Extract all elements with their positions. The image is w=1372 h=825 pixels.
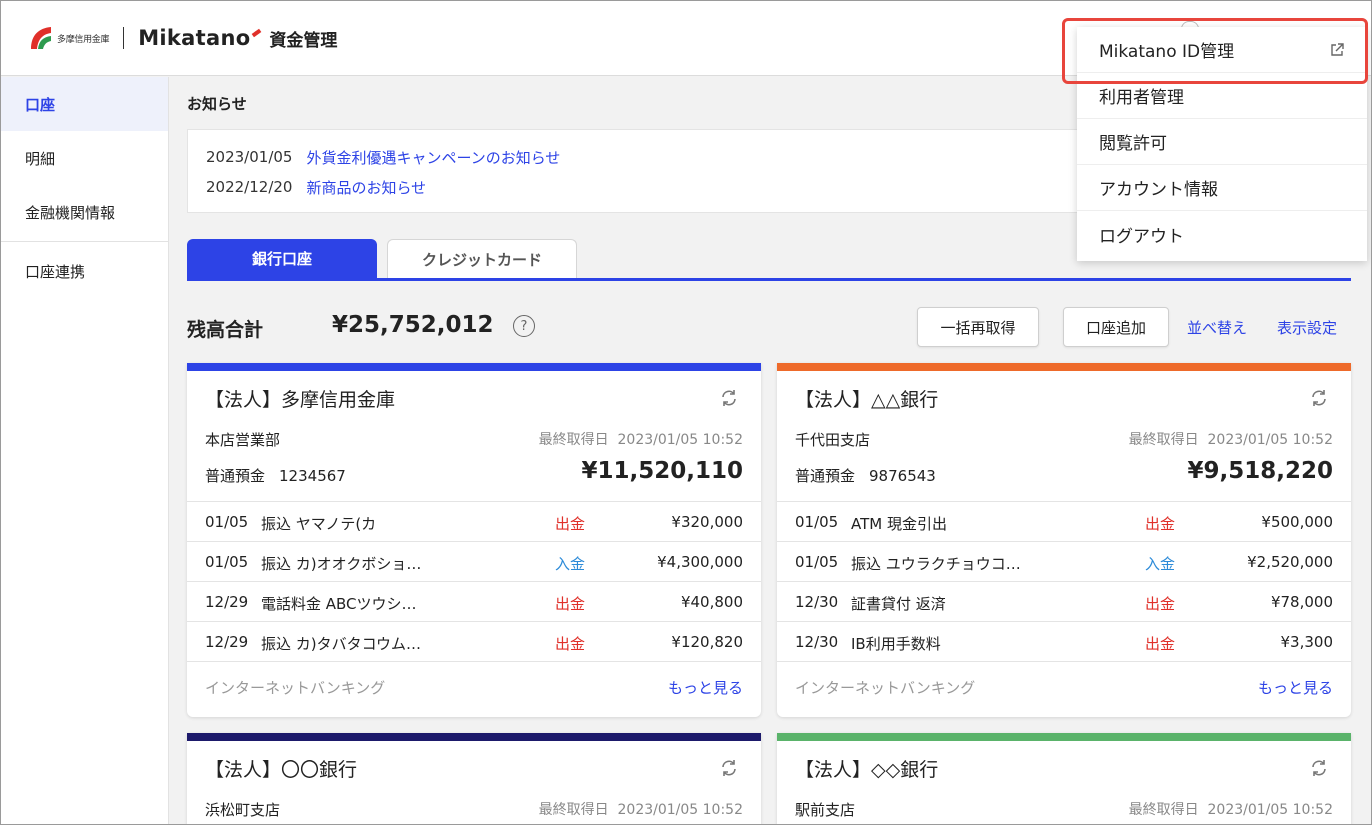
sidebar-item-accounts[interactable]: 口座	[1, 77, 168, 131]
internet-banking-label: インターネットバンキング	[795, 679, 976, 697]
transaction-row[interactable]: 12/30 IB利用手数料 出金 ¥3,300	[777, 621, 1351, 661]
menu-item-label: 利用者管理	[1099, 88, 1184, 108]
tab-credit-cards[interactable]: クレジットカード	[387, 239, 577, 278]
sidebar-item-institutions[interactable]: 金融機関情報	[1, 185, 168, 239]
total-balance-label: 残高合計	[187, 319, 264, 341]
bank-logo-icon	[31, 27, 51, 49]
account-card: 【法人】〇〇銀行 浜松町支店 最終取得日 2023/01/05 10:52	[187, 733, 761, 824]
display-settings-link[interactable]: 表示設定	[1277, 317, 1337, 338]
card-last-fetch: 最終取得日 2023/01/05 10:52	[1128, 802, 1333, 818]
bank-name: 多摩信用金庫	[57, 34, 110, 45]
card-bank-name: 【法人】〇〇銀行	[205, 759, 358, 781]
brand-subtitle: 資金管理	[269, 30, 338, 51]
sidebar-item-label: 口座	[25, 95, 56, 114]
header-separator	[123, 27, 125, 49]
menu-item-label: ログアウト	[1099, 226, 1184, 247]
menu-item-account-info[interactable]: アカウント情報	[1077, 165, 1367, 211]
account-card: 【法人】△△銀行 千代田支店 最終取得日 2023/01/05 10:52 普通…	[777, 363, 1351, 717]
internet-banking-label: インターネットバンキング	[205, 679, 386, 697]
card-color-bar	[187, 363, 761, 371]
card-bank-name: 【法人】◇◇銀行	[795, 759, 939, 781]
add-account-button[interactable]: 口座追加	[1063, 307, 1169, 347]
menu-item-mikatano-id[interactable]: Mikatano ID管理	[1077, 27, 1367, 73]
transaction-row[interactable]: 12/29 振込 カ)タバタコウム… 出金 ¥120,820	[187, 621, 761, 661]
more-link[interactable]: もっと見る	[668, 677, 743, 698]
card-branch: 浜松町支店	[205, 801, 281, 819]
sync-icon[interactable]	[719, 758, 739, 778]
total-balance-value: ¥25,752,012	[332, 312, 494, 338]
menu-item-label: Mikatano ID管理	[1099, 42, 1235, 62]
menu-item-view-permission[interactable]: 閲覧許可	[1077, 119, 1367, 165]
menu-item-label: アカウント情報	[1099, 180, 1218, 200]
brand-tick-icon	[252, 28, 262, 38]
card-account: 普通預金 1234567	[205, 467, 346, 485]
sidebar: 口座 明細 金融機関情報 口座連携	[1, 77, 169, 824]
card-bank-name: 【法人】多摩信用金庫	[205, 389, 396, 411]
card-branch: 駅前支店	[795, 801, 856, 819]
external-link-icon	[1331, 43, 1344, 56]
menu-item-user-management[interactable]: 利用者管理	[1077, 73, 1367, 119]
sidebar-item-account-link[interactable]: 口座連携	[1, 244, 168, 298]
menu-item-label: 閲覧許可	[1099, 134, 1167, 154]
tab-bank-accounts[interactable]: 銀行口座	[187, 239, 377, 278]
sync-icon[interactable]	[719, 388, 739, 408]
notice-date: 2023/01/05	[206, 148, 293, 166]
card-color-bar	[187, 733, 761, 741]
help-icon[interactable]: ?	[513, 315, 535, 337]
card-color-bar	[777, 733, 1351, 741]
brand-name: Mikatano	[138, 26, 262, 50]
transaction-row[interactable]: 12/30 証書貸付 返済 出金 ¥78,000	[777, 581, 1351, 621]
card-branch: 千代田支店	[795, 431, 871, 449]
account-card: 【法人】多摩信用金庫 本店営業部 最終取得日 2023/01/05 10:52 …	[187, 363, 761, 717]
notice-link[interactable]: 新商品のお知らせ	[306, 177, 426, 198]
app-window: 多摩信用金庫 Mikatano 資金管理 口座 明細 金融機関情報 口座連携 お…	[0, 0, 1372, 825]
bank-logo: 多摩信用金庫	[29, 25, 123, 51]
transaction-row[interactable]: 01/05 振込 カ)オオクボショ… 入金 ¥4,300,000	[187, 541, 761, 581]
transaction-row[interactable]: 01/05 振込 ユウラクチョウコ… 入金 ¥2,520,000	[777, 541, 1351, 581]
sidebar-item-label: 口座連携	[25, 262, 86, 281]
notice-date: 2022/12/20	[206, 178, 293, 196]
menu-item-logout[interactable]: ログアウト	[1077, 211, 1367, 257]
card-balance: ¥11,520,110	[581, 458, 743, 484]
sidebar-item-label: 明細	[25, 149, 56, 168]
transaction-row[interactable]: 01/05 振込 ヤマノテ(カ 出金 ¥320,000	[187, 501, 761, 541]
card-footer: インターネットバンキング もっと見る	[187, 661, 761, 711]
notices-title: お知らせ	[187, 95, 247, 113]
transaction-row[interactable]: 12/29 電話料金 ABCツウシ… 出金 ¥40,800	[187, 581, 761, 621]
card-bank-name: 【法人】△△銀行	[795, 389, 939, 411]
card-balance: ¥9,518,220	[1187, 458, 1333, 484]
user-dropdown-menu: Mikatano ID管理 利用者管理 閲覧許可 アカウント情報 ログアウト	[1077, 27, 1367, 261]
sidebar-item-statements[interactable]: 明細	[1, 131, 168, 185]
card-last-fetch: 最終取得日 2023/01/05 10:52	[538, 432, 743, 448]
refetch-all-button[interactable]: 一括再取得	[917, 307, 1039, 347]
sync-icon[interactable]	[1309, 388, 1329, 408]
more-link[interactable]: もっと見る	[1258, 677, 1333, 698]
card-last-fetch: 最終取得日 2023/01/05 10:52	[538, 802, 743, 818]
balance-summary: 残高合計 ¥25,752,012 ? 一括再取得 口座追加 並べ替え 表示設定	[187, 307, 1357, 347]
notice-link[interactable]: 外貨金利優遇キャンペーンのお知らせ	[306, 147, 560, 168]
sort-link[interactable]: 並べ替え	[1187, 317, 1247, 338]
card-last-fetch: 最終取得日 2023/01/05 10:52	[1128, 432, 1333, 448]
transaction-list: 01/05 振込 ヤマノテ(カ 出金 ¥320,000 01/05 振込 カ)オオクボシ…	[187, 501, 761, 661]
account-card: 【法人】◇◇銀行 駅前支店 最終取得日 2023/01/05 10:52	[777, 733, 1351, 824]
card-footer: インターネットバンキング もっと見る	[777, 661, 1351, 711]
sidebar-item-label: 金融機関情報	[25, 203, 116, 222]
sidebar-divider	[1, 241, 168, 242]
card-account: 普通預金 9876543	[795, 467, 936, 485]
transaction-row[interactable]: 01/05 ATM 現金引出 出金 ¥500,000	[777, 501, 1351, 541]
transaction-list: 01/05 ATM 現金引出 出金 ¥500,000 01/05 振込 ユウラクチョウコ…	[777, 501, 1351, 661]
sync-icon[interactable]	[1309, 758, 1329, 778]
card-branch: 本店営業部	[205, 431, 281, 449]
card-color-bar	[777, 363, 1351, 371]
